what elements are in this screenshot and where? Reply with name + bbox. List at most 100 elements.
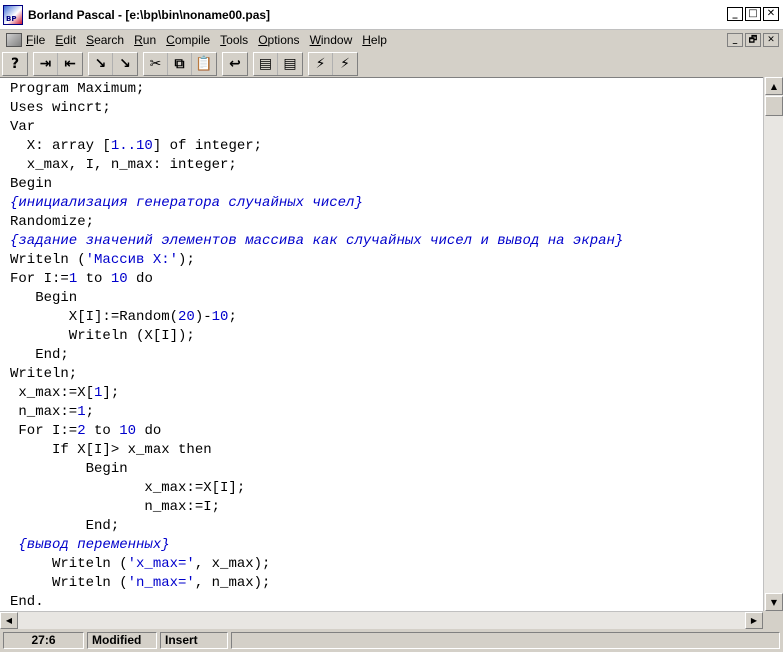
code-text: ] of integer; xyxy=(152,138,263,154)
code-line[interactable]: {инициализация генератора случайных чисе… xyxy=(10,194,623,213)
code-editor[interactable]: Program Maximum; Uses wincrt; Var X: array… xyxy=(0,77,763,611)
document-restore-button[interactable]: 🗗 xyxy=(745,33,761,47)
code-line[interactable]: n_max:=I; xyxy=(10,498,623,517)
code-number: 1 xyxy=(77,404,86,420)
menu-tools[interactable]: Tools xyxy=(220,33,248,47)
menu-edit[interactable]: Edit xyxy=(55,33,76,47)
code-text: , x_max); xyxy=(194,556,271,572)
code-text: Writeln; xyxy=(10,366,78,382)
code-line[interactable]: Begin xyxy=(10,289,623,308)
code-line[interactable]: X: array [1..10] of integer; xyxy=(10,137,623,156)
document-system-menu-icon[interactable] xyxy=(6,33,22,47)
code-line[interactable]: If X[I]> x_max then xyxy=(10,441,623,460)
code-line[interactable]: x_max:=X[I]; xyxy=(10,479,623,498)
menu-search[interactable]: Search xyxy=(86,33,124,47)
run-stop-icon[interactable]: ⚡ xyxy=(333,53,357,75)
menu-compile[interactable]: Compile xyxy=(166,33,210,47)
vertical-scrollbar[interactable]: ▲ ▼ xyxy=(763,77,783,611)
close-button[interactable]: ✕ xyxy=(763,7,779,21)
code-text: Uses wincrt; xyxy=(10,100,111,116)
code-text: For I:= xyxy=(10,271,69,287)
menu-bar: File Edit Search Run Compile Tools Optio… xyxy=(0,30,783,50)
code-text: , n_max); xyxy=(194,575,271,591)
code-line[interactable]: Writeln ('n_max=', n_max); xyxy=(10,574,623,593)
code-text: Randomize; xyxy=(10,214,95,230)
code-line[interactable]: X[I]:=Random(20)-10; xyxy=(10,308,623,327)
code-number: 2 xyxy=(77,423,86,439)
code-text: End; xyxy=(10,518,120,534)
menu-file[interactable]: File xyxy=(26,33,45,47)
document-minimize-button[interactable]: _ xyxy=(727,33,743,47)
code-text: Writeln ( xyxy=(10,252,86,268)
code-line[interactable]: Writeln ('Массив X:'); xyxy=(10,251,623,270)
scroll-right-arrow-icon[interactable]: ▶ xyxy=(745,612,763,629)
menu-window[interactable]: Window xyxy=(310,33,353,47)
run-icon[interactable]: ⚡ xyxy=(309,52,333,75)
code-line[interactable]: Writeln (X[I]); xyxy=(10,327,623,346)
step-over-icon[interactable]: ⇥ xyxy=(34,52,58,75)
menu-run[interactable]: Run xyxy=(134,33,156,47)
code-text: x_max:=X[I]; xyxy=(10,480,246,496)
code-string: 'x_max=' xyxy=(127,556,195,572)
code-text: End; xyxy=(10,347,69,363)
code-text: ; xyxy=(228,309,237,325)
document-close-button[interactable]: ✕ xyxy=(763,33,779,47)
undo-icon[interactable]: ↩ xyxy=(223,53,247,75)
trace-into-icon[interactable]: ⇤ xyxy=(58,53,82,75)
menu-options[interactable]: Options xyxy=(258,33,299,47)
code-line[interactable]: Uses wincrt; xyxy=(10,99,623,118)
toolbar-group: ⇥ ⇤ xyxy=(33,51,83,76)
code-line[interactable]: Writeln ('x_max=', x_max); xyxy=(10,555,623,574)
compile-icon[interactable]: ▤ xyxy=(254,52,278,75)
code-line[interactable]: For I:=2 to 10 do xyxy=(10,422,623,441)
borland-pascal-app-icon[interactable] xyxy=(3,5,23,25)
code-line[interactable]: n_max:=1; xyxy=(10,403,623,422)
code-text: ; xyxy=(85,404,95,420)
code-line[interactable]: Begin xyxy=(10,460,623,479)
code-line[interactable]: End. xyxy=(10,593,623,611)
code-number: 10 xyxy=(110,271,128,287)
menu-help[interactable]: Help xyxy=(362,33,387,47)
code-line[interactable]: Randomize; xyxy=(10,213,623,232)
maximize-button[interactable]: □ xyxy=(745,7,761,21)
code-line[interactable]: {вывод переменных} xyxy=(10,536,623,555)
help-icon[interactable]: ? xyxy=(3,53,27,75)
code-number: 10 xyxy=(119,423,137,439)
reset-program-icon[interactable]: ↘ xyxy=(113,53,137,75)
code-comment: {вывод переменных} xyxy=(10,537,170,553)
code-text: ]; xyxy=(102,385,120,401)
code-number: 1 xyxy=(68,271,78,287)
code-line[interactable]: For I:=1 to 10 do xyxy=(10,270,623,289)
code-number: 1..10 xyxy=(110,138,153,154)
code-line[interactable]: End; xyxy=(10,517,623,536)
minimize-button[interactable]: _ xyxy=(727,7,743,21)
code-text: Begin xyxy=(10,176,53,192)
make-icon[interactable]: ▤ xyxy=(278,53,302,75)
code-text: x_max, I, n_max: integer; xyxy=(10,157,237,173)
scrollbar-corner xyxy=(763,611,783,629)
copy-icon[interactable]: ⧉ xyxy=(168,52,192,75)
code-line[interactable]: {задание значений элементов массива как … xyxy=(10,232,623,251)
code-line[interactable]: Var xyxy=(10,118,623,137)
source-code[interactable]: Program Maximum; Uses wincrt; Var X: array… xyxy=(10,80,623,611)
code-line[interactable]: Writeln; xyxy=(10,365,623,384)
code-text: For I:= xyxy=(10,423,78,439)
code-string: 'Массив X:' xyxy=(85,252,179,268)
code-text: X[I]:=Random( xyxy=(10,309,179,325)
cut-icon[interactable]: ✂ xyxy=(144,52,168,75)
scroll-down-arrow-icon[interactable]: ▼ xyxy=(765,593,783,611)
horizontal-scrollbar[interactable]: ◀ ▶ xyxy=(0,611,763,629)
paste-icon[interactable]: 📋 xyxy=(192,53,216,75)
code-line[interactable]: Program Maximum; xyxy=(10,80,623,99)
scroll-left-arrow-icon[interactable]: ◀ xyxy=(0,612,18,629)
scroll-up-arrow-icon[interactable]: ▲ xyxy=(765,77,783,95)
code-line[interactable]: x_max:=X[1]; xyxy=(10,384,623,403)
cursor-position: 27:6 xyxy=(3,632,84,649)
vertical-scroll-thumb[interactable] xyxy=(765,96,783,116)
title-bar: Borland Pascal - [e:\bp\bin\noname00.pas… xyxy=(0,0,783,30)
code-line[interactable]: End; xyxy=(10,346,623,365)
run-to-cursor-icon[interactable]: ↘ xyxy=(89,52,113,75)
code-text: n_max:= xyxy=(10,404,78,420)
code-line[interactable]: x_max, I, n_max: integer; xyxy=(10,156,623,175)
code-line[interactable]: Begin xyxy=(10,175,623,194)
